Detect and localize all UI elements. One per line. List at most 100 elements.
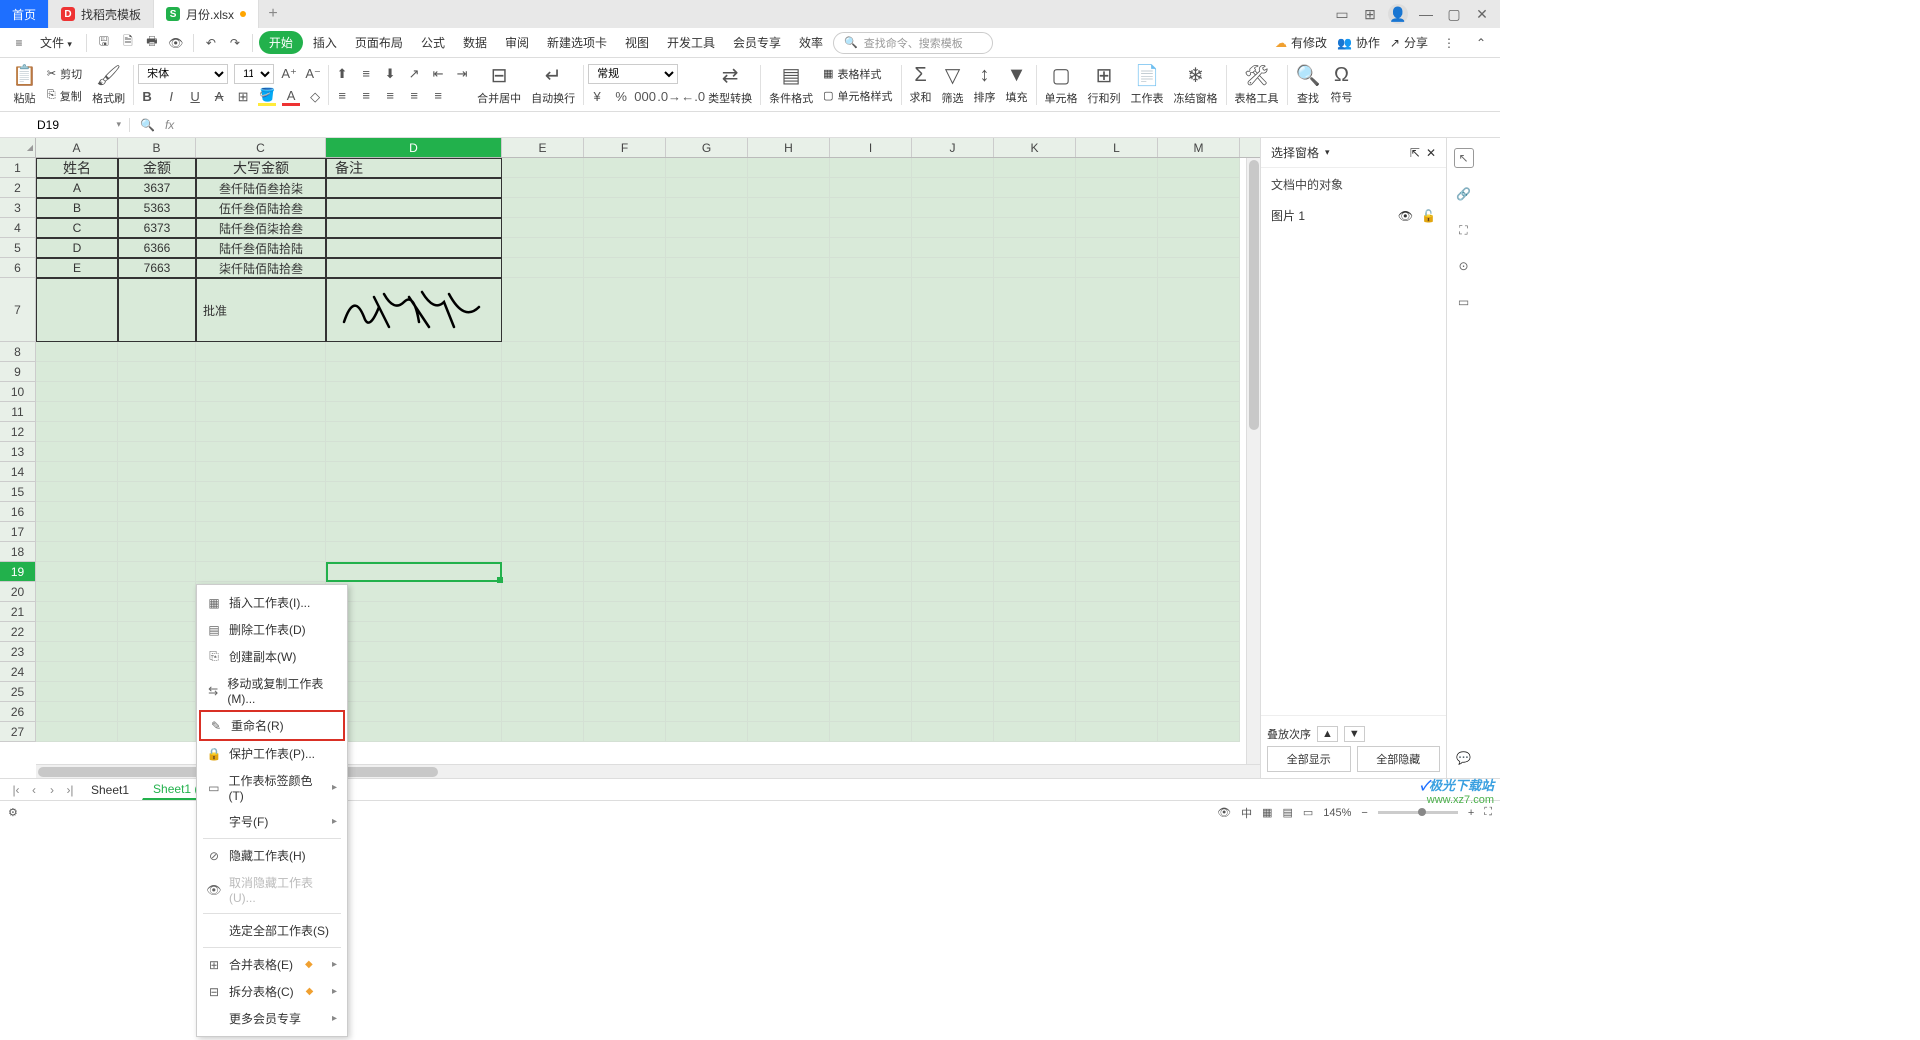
cell[interactable] (994, 218, 1076, 238)
cell[interactable] (502, 542, 584, 562)
currency-icon[interactable]: ¥ (588, 88, 606, 106)
cell[interactable] (196, 342, 326, 362)
cell[interactable]: 叁仟陆佰叁拾柒 (196, 178, 326, 198)
cell[interactable] (830, 602, 912, 622)
cell[interactable] (994, 622, 1076, 642)
cell[interactable] (1158, 462, 1240, 482)
cell[interactable]: 3637 (118, 178, 196, 198)
row-header[interactable]: 11 (0, 402, 36, 422)
cell[interactable] (1076, 562, 1158, 582)
cell[interactable] (1076, 342, 1158, 362)
cell[interactable] (748, 218, 830, 238)
cell[interactable] (912, 442, 994, 462)
status-settings-icon[interactable]: ⚙ (8, 806, 18, 819)
cell[interactable] (196, 442, 326, 462)
cell[interactable] (912, 522, 994, 542)
cell[interactable]: 姓名 (36, 158, 118, 178)
cell[interactable] (666, 462, 748, 482)
cell[interactable] (912, 562, 994, 582)
cell[interactable] (748, 342, 830, 362)
cell[interactable] (1076, 602, 1158, 622)
cell[interactable] (994, 562, 1076, 582)
sum-button[interactable]: Σ求和 (906, 62, 936, 107)
spreadsheet-grid[interactable]: ◢ ABCDEFGHIJKLM 1姓名金额大写金额备注2A3637叁仟陆佰叁拾柒… (0, 138, 1260, 778)
tab-insert[interactable]: 插入 (305, 30, 345, 55)
dec-dec-icon[interactable]: ←.0 (684, 88, 702, 106)
row-header[interactable]: 8 (0, 342, 36, 362)
cell[interactable] (666, 382, 748, 402)
cell[interactable] (118, 342, 196, 362)
cell[interactable] (994, 342, 1076, 362)
select-tool-icon[interactable]: ↖ (1454, 148, 1474, 168)
save-icon[interactable]: 🖫 (93, 32, 115, 54)
cell[interactable] (584, 642, 666, 662)
cell[interactable] (36, 422, 118, 442)
move-down-icon[interactable]: ▼ (1344, 726, 1365, 742)
cell[interactable] (36, 362, 118, 382)
row-header[interactable]: 1 (0, 158, 36, 178)
cell[interactable] (666, 258, 748, 278)
cell[interactable] (912, 502, 994, 522)
cell[interactable] (1076, 238, 1158, 258)
cell[interactable] (1076, 582, 1158, 602)
cell[interactable] (326, 702, 502, 722)
cell[interactable] (118, 402, 196, 422)
cell[interactable] (666, 642, 748, 662)
cell[interactable] (326, 562, 502, 582)
cell[interactable] (666, 442, 748, 462)
merge-button[interactable]: ⊟合并居中 (473, 61, 525, 108)
cell[interactable]: 6366 (118, 238, 196, 258)
cell[interactable] (584, 662, 666, 682)
cell[interactable] (196, 362, 326, 382)
cell[interactable] (830, 642, 912, 662)
cell[interactable] (994, 462, 1076, 482)
menu-split-tables[interactable]: ⊟拆分表格(C)◆▸ (197, 978, 347, 1005)
cell[interactable] (502, 422, 584, 442)
hide-all-button[interactable]: 全部隐藏 (1357, 746, 1441, 772)
cell[interactable] (912, 178, 994, 198)
cell[interactable] (912, 602, 994, 622)
indent-dec-icon[interactable]: ⇤ (429, 65, 447, 83)
cell[interactable] (748, 622, 830, 642)
home-tab[interactable]: 首页 (0, 0, 49, 28)
col-header-M[interactable]: M (1158, 138, 1240, 157)
cell[interactable] (748, 198, 830, 218)
cell[interactable] (1158, 238, 1240, 258)
cell[interactable] (326, 258, 502, 278)
cell[interactable] (748, 482, 830, 502)
cell[interactable]: 大写金额 (196, 158, 326, 178)
row-header[interactable]: 9 (0, 362, 36, 382)
cell[interactable] (36, 462, 118, 482)
cell[interactable] (994, 238, 1076, 258)
row-header[interactable]: 22 (0, 622, 36, 642)
cell[interactable] (326, 582, 502, 602)
cell[interactable] (666, 178, 748, 198)
cell[interactable] (994, 402, 1076, 422)
tab-formula[interactable]: 公式 (413, 30, 453, 55)
add-tab-button[interactable]: + (259, 0, 287, 28)
cell[interactable] (994, 582, 1076, 602)
cell[interactable] (502, 482, 584, 502)
cell[interactable] (36, 582, 118, 602)
cell[interactable]: A (36, 178, 118, 198)
cell[interactable] (584, 278, 666, 342)
menu-delete-sheet[interactable]: ▤删除工作表(D) (197, 616, 347, 643)
cell[interactable] (36, 402, 118, 422)
cell[interactable] (196, 482, 326, 502)
cell[interactable] (584, 178, 666, 198)
cell[interactable] (584, 462, 666, 482)
cell[interactable]: 陆仟叁佰陆拾陆 (196, 238, 326, 258)
name-box[interactable]: ▾ (0, 118, 130, 132)
wrap-button[interactable]: ↵自动换行 (527, 61, 579, 108)
row-header[interactable]: 13 (0, 442, 36, 462)
cell[interactable] (1076, 382, 1158, 402)
cell[interactable] (912, 422, 994, 442)
cell[interactable] (584, 682, 666, 702)
cell-style-button[interactable]: ▢单元格样式 (819, 86, 896, 106)
cell[interactable] (830, 258, 912, 278)
cell[interactable] (830, 582, 912, 602)
apps-icon[interactable]: ⊞ (1360, 4, 1380, 24)
menu-select-all-sheets[interactable]: 选定全部工作表(S) (197, 917, 347, 944)
cell[interactable] (666, 722, 748, 742)
cell[interactable] (502, 342, 584, 362)
